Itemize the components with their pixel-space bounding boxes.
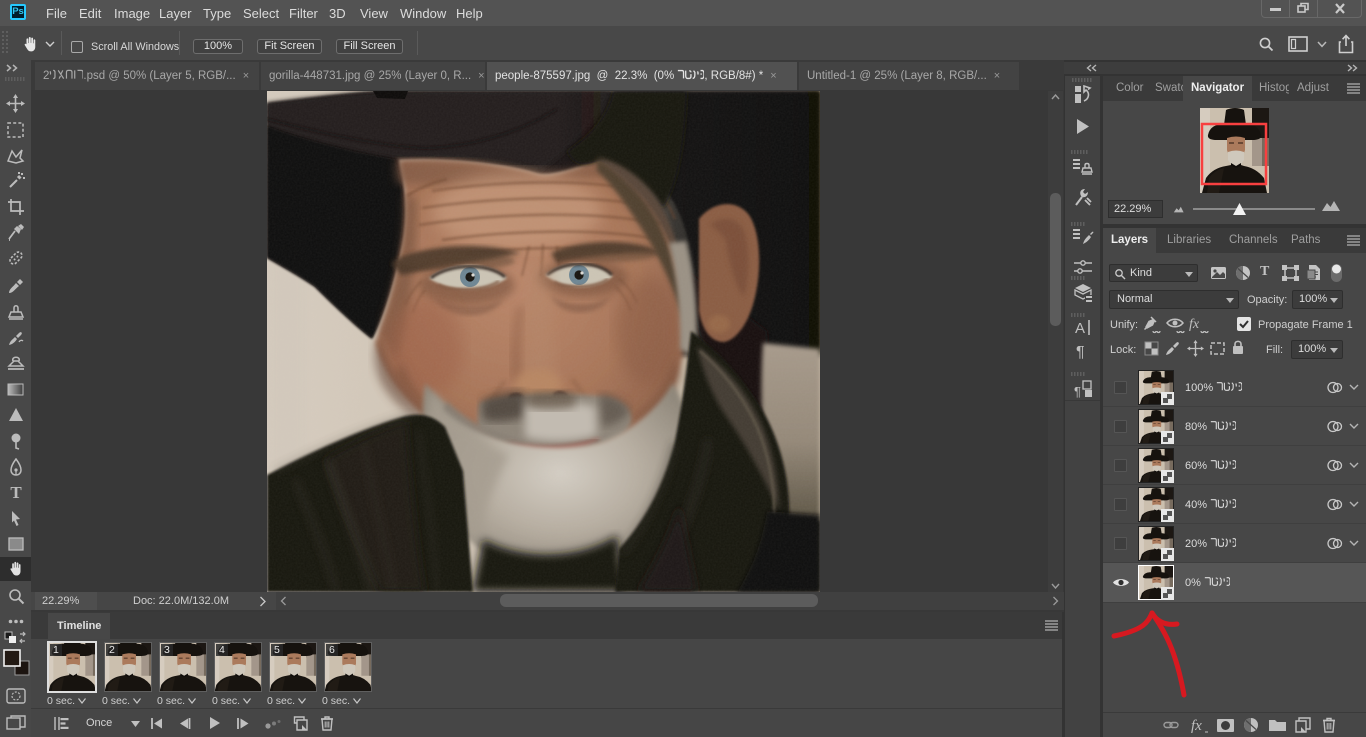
svg-text:¶: ¶ [1076, 344, 1085, 360]
svg-text:A: A [1075, 320, 1085, 337]
svg-text:fx: fx [1191, 718, 1202, 734]
svg-text:¶: ¶ [1074, 384, 1081, 398]
svg-text:T: T [10, 484, 22, 501]
svg-text:fx: fx [1189, 317, 1200, 332]
